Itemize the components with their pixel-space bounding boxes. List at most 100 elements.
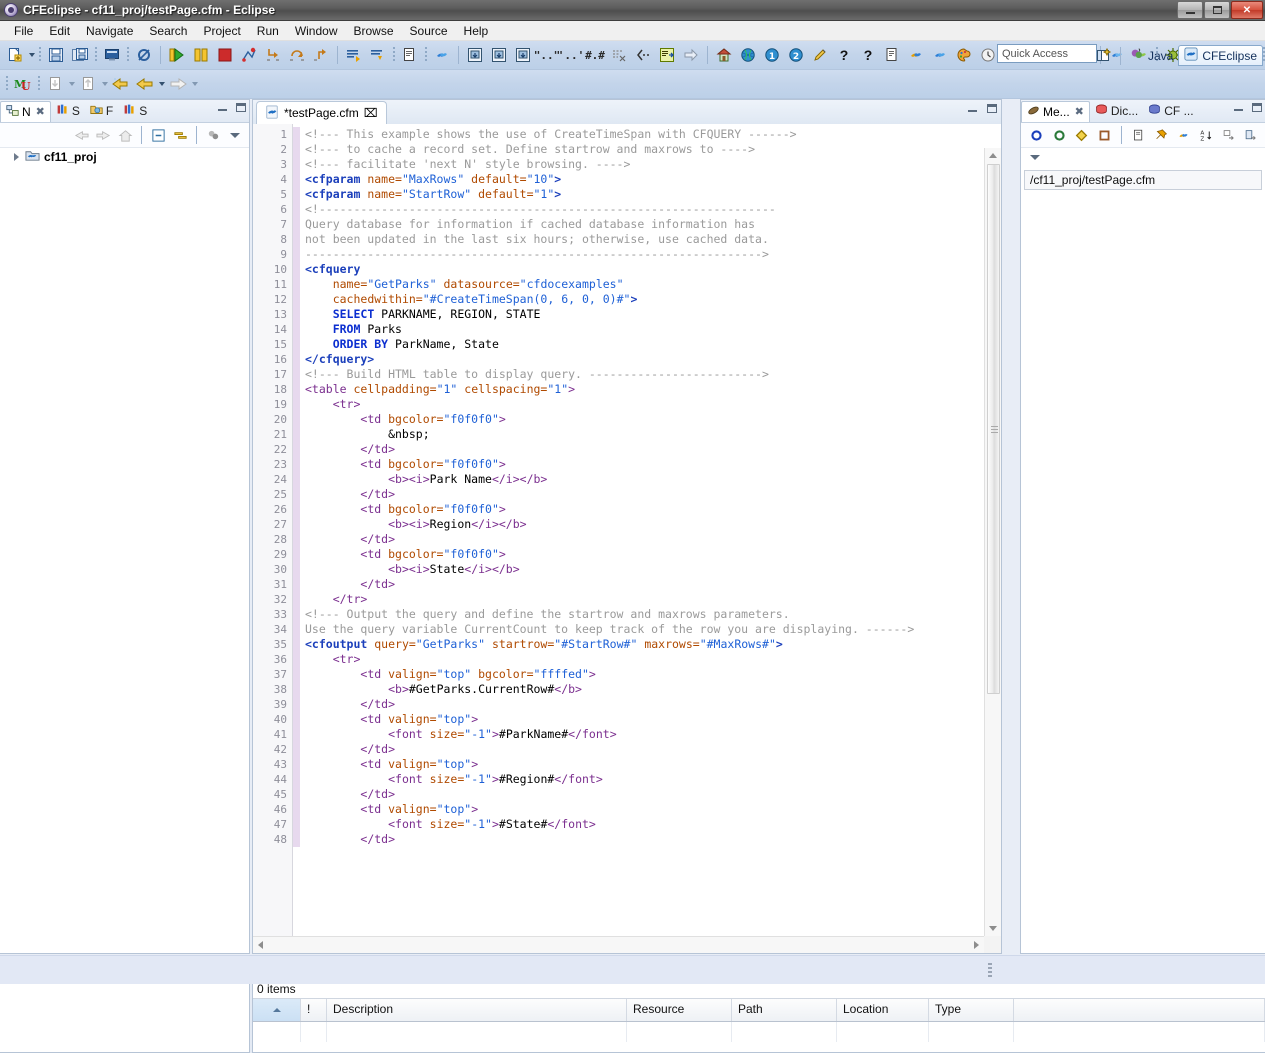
cfml-link-icon[interactable] [431,44,453,66]
menu-item-edit[interactable]: Edit [41,22,78,40]
disable-breakpoint-icon[interactable] [133,44,155,66]
perspective-cfeclipse[interactable]: CFEclipse [1178,45,1263,66]
new-file-icon[interactable] [4,44,26,66]
step-return-icon[interactable] [310,44,332,66]
view-menu-arrow-icon[interactable] [1029,151,1041,163]
link-editor-icon[interactable] [170,125,190,145]
copy-page-icon[interactable] [399,44,421,66]
menu-item-help[interactable]: Help [456,22,497,40]
menu-item-navigate[interactable]: Navigate [78,22,141,40]
tab-methods[interactable]: Me... ✖ [1021,100,1090,122]
view-menu-arrow-icon[interactable] [225,125,245,145]
pin-icon[interactable] [1152,125,1172,145]
single-quote-icon[interactable]: '..' [558,44,585,66]
new-dropdown-arrow[interactable] [27,44,36,66]
clock-icon[interactable] [977,44,999,66]
perspective-java[interactable]: Java [1125,45,1178,66]
comment-icon[interactable] [632,44,654,66]
editor-tab-testpage[interactable]: *testPage.cfm ⌧ [256,101,387,124]
chevron-right-icon[interactable] [12,152,21,162]
insert-tag-2-icon[interactable] [488,44,510,66]
minimize-icon[interactable] [1233,102,1245,114]
quick-access-input[interactable]: Quick Access [997,44,1097,63]
column-sort[interactable] [253,999,301,1021]
mu-logo-icon[interactable]: MU [12,73,34,95]
current-file-path[interactable]: /cf11_proj/testPage.cfm [1024,170,1262,190]
close-editor-icon[interactable]: ⌧ [364,106,378,120]
back-icon[interactable] [71,125,91,145]
tab-ftp[interactable]: F [85,101,118,122]
square-brown-icon[interactable] [1095,125,1115,145]
scroll-left-icon[interactable] [253,937,268,953]
maximize-icon[interactable] [986,103,998,115]
export-icon[interactable] [77,73,99,95]
maximize-icon[interactable] [1251,102,1263,114]
minimize-window-button[interactable] [1177,1,1203,19]
menu-item-run[interactable]: Run [249,22,287,40]
refresh-cfml-icon[interactable] [905,44,927,66]
menu-item-window[interactable]: Window [287,22,346,40]
forward-arrow-icon[interactable] [167,73,189,95]
refresh-icon[interactable] [1174,125,1194,145]
minimize-icon[interactable] [967,103,979,115]
close-window-button[interactable]: ✕ [1231,1,1263,19]
pencil-icon[interactable] [809,44,831,66]
sort-az-icon[interactable]: AZ [1197,125,1217,145]
arrow-right-icon[interactable] [680,44,702,66]
editor-horizontal-scrollbar[interactable] [253,936,984,953]
browser-1-icon[interactable]: 1 [761,44,783,66]
document-icon[interactable] [1129,125,1149,145]
menu-item-source[interactable]: Source [402,22,456,40]
home-icon[interactable] [713,44,735,66]
tab-snippets[interactable]: S [51,101,85,122]
maximize-window-button[interactable] [1204,1,1230,19]
tab-dictionary[interactable]: Dic... [1090,101,1143,122]
maximize-icon[interactable] [235,102,247,114]
minimize-icon[interactable] [217,102,229,114]
tab-server[interactable]: S [118,101,152,122]
cfml-sync-icon[interactable] [929,44,951,66]
scrollbar-thumb[interactable] [987,164,1000,694]
browser-2-icon[interactable]: 2 [785,44,807,66]
import-icon[interactable] [44,73,66,95]
forward-dropdown-arrow[interactable] [190,73,199,95]
terminate-icon[interactable] [214,44,236,66]
cf-editor-icon[interactable] [656,44,678,66]
close-methods-icon[interactable]: ✖ [1075,105,1084,118]
insert-tag-3-icon[interactable] [512,44,534,66]
close-navigator-icon[interactable]: ✖ [36,105,45,118]
toggle-breakpoint-icon[interactable] [238,44,260,66]
back-arrow-icon[interactable] [134,73,156,95]
step-into-icon[interactable] [262,44,284,66]
menu-item-file[interactable]: File [6,22,41,40]
menu-item-search[interactable]: Search [141,22,195,40]
tab-cf[interactable]: CF ... [1143,101,1198,122]
help-icon[interactable]: ? [833,44,855,66]
view-menu-dots-icon[interactable] [203,125,223,145]
resize-grip[interactable] [988,963,992,977]
column-resource[interactable]: Resource [627,999,732,1021]
tab-navigator[interactable]: N ✖ [0,100,51,122]
home-icon[interactable] [115,125,135,145]
circle-green-icon[interactable] [1050,125,1070,145]
previous-annotation-icon[interactable] [367,44,389,66]
column-path[interactable]: Path [732,999,837,1021]
import-dropdown-arrow[interactable] [67,73,76,95]
menu-item-browse[interactable]: Browse [346,22,402,40]
palette-icon[interactable] [953,44,975,66]
list-item[interactable]: cf11_proj [0,148,249,166]
export-dropdown-arrow[interactable] [100,73,109,95]
back-sparkle-icon[interactable] [110,73,132,95]
scroll-down-icon[interactable] [985,921,1001,936]
diamond-yellow-icon[interactable] [1072,125,1092,145]
table-row[interactable] [253,1022,1265,1042]
clear-format-icon[interactable] [608,44,630,66]
snippet-icon[interactable] [881,44,903,66]
editor-vertical-scrollbar[interactable] [984,148,1001,936]
column-location[interactable]: Location [837,999,929,1021]
source-code-text[interactable]: <!--- This example shows the use of Crea… [300,124,984,936]
step-over-icon[interactable] [286,44,308,66]
column-description[interactable]: Description [327,999,627,1021]
collapse-icon[interactable] [1242,125,1262,145]
quote-icon[interactable]: ".." [534,44,561,66]
